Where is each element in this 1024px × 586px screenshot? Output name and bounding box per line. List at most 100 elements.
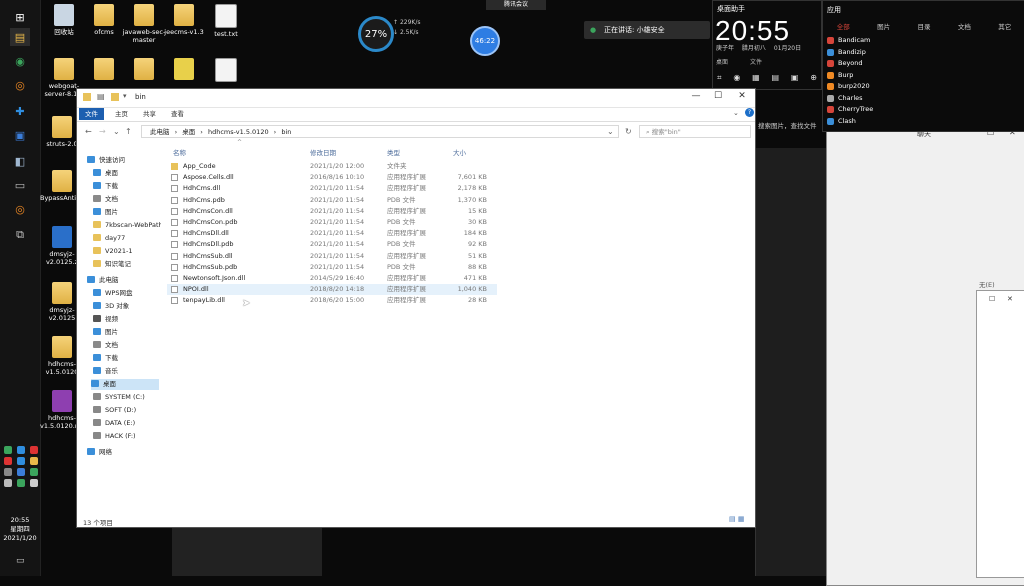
file-row[interactable]: Newtonsoft.Json.dll 2014/5/29 16:40 应用程序扩展… <box>167 273 497 284</box>
image-icon[interactable]: ▣ <box>791 73 799 83</box>
search-box[interactable]: ⌕ 搜索"bin" <box>639 125 751 138</box>
nav-item[interactable]: 7kbscan-WebPath <box>93 220 161 231</box>
desktop-icon-text-file[interactable]: test.txt <box>204 4 248 38</box>
file-row[interactable]: HdhCms.dll 2021/1/20 11:54 应用程序扩展 2,178 KB <box>167 183 497 194</box>
nav-item[interactable]: 此电脑 <box>87 275 155 286</box>
tab-images[interactable]: 图片 <box>877 21 890 31</box>
refresh-icon[interactable]: ↻ <box>625 127 632 136</box>
nav-item[interactable]: HACK (F:) <box>93 431 161 442</box>
crop-icon[interactable]: ⌗ <box>717 73 722 83</box>
tray-icon[interactable] <box>17 446 25 454</box>
maximize-icon[interactable]: ☐ <box>989 295 995 303</box>
file-row[interactable]: HdhCmsDll.pdb 2021/1/20 11:54 PDB 文件 92 KB <box>167 239 497 250</box>
desktop-icon-folder[interactable] <box>82 58 126 82</box>
new-folder-icon[interactable] <box>111 93 119 101</box>
notification-icon[interactable]: ▭ <box>16 556 25 566</box>
file-row[interactable]: App_Code 2021/1/20 12:00 文件夹 <box>167 161 497 172</box>
breadcrumb-item[interactable]: hdhcms-v1.5.0120 <box>208 128 269 136</box>
firefox-icon-2[interactable]: ◎ <box>10 200 30 218</box>
app-item[interactable]: CherryTree <box>827 104 873 116</box>
taskbar-clock[interactable]: 20:55 星期四 2021/1/20 <box>0 516 40 543</box>
desktop-icon-recycle-bin[interactable]: 回收站 <box>42 4 86 36</box>
up-icon[interactable]: ↑ <box>125 127 132 136</box>
file-row[interactable]: HdhCms.pdb 2021/1/20 11:54 PDB 文件 1,370 KB <box>167 195 497 206</box>
tray-icon[interactable] <box>4 468 12 476</box>
file-row[interactable]: HdhCmsCon.dll 2021/1/20 11:54 应用程序扩展 15 KB <box>167 206 497 217</box>
tab-share[interactable]: 共享 <box>137 108 162 120</box>
nav-item[interactable]: 3D 对象 <box>93 301 161 312</box>
app-item[interactable]: Burp <box>827 70 873 82</box>
file-row[interactable]: HdhCmsCon.pdb 2021/1/20 11:54 PDB 文件 30 KB <box>167 217 497 228</box>
close-icon[interactable]: ✕ <box>1007 295 1013 303</box>
desktop-icon-text-file[interactable] <box>204 58 248 84</box>
desktop-icon-folder[interactable]: ofcms <box>82 4 126 36</box>
tray-icon[interactable] <box>30 457 38 465</box>
tray-icon[interactable] <box>17 468 25 476</box>
breadcrumb-item[interactable]: bin <box>281 128 291 136</box>
note-icon[interactable]: ▤ <box>772 73 780 83</box>
quick-access-dropdown-icon[interactable]: ▾ <box>123 92 127 100</box>
maximize-button[interactable]: ☐ <box>707 91 729 101</box>
grid-icon[interactable]: ▦ <box>752 73 760 83</box>
tab-file[interactable]: 文件 <box>79 108 104 120</box>
tab-other[interactable]: 其它 <box>998 21 1011 31</box>
file-row[interactable]: NPOI.dll 2018/8/20 14:18 应用程序扩展 1,040 KB <box>167 284 497 296</box>
tray-icon[interactable] <box>30 479 38 487</box>
title-bar[interactable]: ▤ ▾ bin — ☐ ✕ <box>77 89 755 108</box>
eye-icon[interactable]: ◉ <box>733 73 740 83</box>
pin-icon[interactable]: ⊕ <box>810 73 817 83</box>
nav-item[interactable]: WPS网盘 <box>93 288 161 299</box>
app-item[interactable]: burp2020 <box>827 81 873 93</box>
tab-folders[interactable]: 目录 <box>917 21 930 31</box>
app-item[interactable]: Bandicam <box>827 35 873 47</box>
nav-item[interactable]: 快速访问 <box>87 155 155 166</box>
column-type[interactable]: 类型 <box>387 147 400 157</box>
desktop-icon-app[interactable] <box>162 58 206 82</box>
tray-icon[interactable] <box>4 446 12 454</box>
close-button[interactable]: ✕ <box>731 91 753 101</box>
ribbon-expand-icon[interactable]: ⌄ <box>733 109 739 117</box>
tray-icon[interactable] <box>4 457 12 465</box>
task-view-icon[interactable]: ⧉ <box>10 226 30 244</box>
chrome-icon[interactable]: ◉ <box>10 52 30 70</box>
nav-item[interactable]: 文档 <box>93 340 161 351</box>
nav-item[interactable]: 图片 <box>93 207 161 218</box>
file-row[interactable]: tenpayLib.dll 2018/6/20 15:00 应用程序扩展 28 KB <box>167 295 497 306</box>
file-row[interactable]: HdhCmsSub.pdb 2021/1/20 11:54 PDB 文件 88 KB <box>167 262 497 273</box>
column-size[interactable]: 大小 <box>453 147 466 157</box>
tray-icon[interactable] <box>17 479 25 487</box>
properties-icon[interactable]: ▤ <box>97 92 105 101</box>
help-icon[interactable]: ? <box>745 108 754 117</box>
details-view-icon[interactable]: ▤ <box>729 515 736 523</box>
desktop-icon-folder[interactable] <box>122 58 166 82</box>
app-item[interactable]: Clash <box>827 116 873 128</box>
app-icon-gray[interactable]: ◧ <box>10 152 30 170</box>
nav-item[interactable]: 知识笔记 <box>93 259 161 270</box>
nav-item[interactable]: 网络 <box>87 447 155 458</box>
file-row[interactable]: HdhCmsSub.dll 2021/1/20 11:54 应用程序扩展 51 KB <box>167 251 497 262</box>
tray-icon[interactable] <box>30 446 38 454</box>
minimize-button[interactable]: — <box>685 91 707 101</box>
nav-item[interactable]: 图片 <box>93 327 161 338</box>
file-row[interactable]: Aspose.Cells.dll 2016/8/16 10:10 应用程序扩展 7,6… <box>167 172 497 183</box>
tab-docs[interactable]: 文档 <box>958 21 971 31</box>
nav-item[interactable]: SOFT (D:) <box>93 405 161 416</box>
nav-item[interactable]: 桌面 <box>93 168 161 179</box>
breadcrumb-item[interactable]: 桌面 <box>182 128 195 136</box>
column-date[interactable]: 修改日期 <box>310 147 336 157</box>
address-dropdown-icon[interactable]: ⌄ <box>607 127 614 136</box>
memory-gauge[interactable]: 27% <box>358 16 394 52</box>
nav-item[interactable]: day77 <box>93 233 161 244</box>
nav-item[interactable]: 文档 <box>93 194 161 205</box>
nav-item[interactable]: 桌面 <box>91 379 159 390</box>
tab-home[interactable]: 主页 <box>109 108 134 120</box>
desktop-icon-folder[interactable]: jeecms-v1.3 <box>162 4 206 36</box>
tab-all[interactable]: 全部 <box>837 21 850 31</box>
file-row[interactable]: HdhCmsDll.dll 2021/1/20 11:54 应用程序扩展 184 KB <box>167 228 497 239</box>
breadcrumb-item[interactable]: 此电脑 <box>150 128 170 136</box>
firefox-icon[interactable]: ◎ <box>10 76 30 94</box>
forward-icon[interactable]: → <box>99 127 106 136</box>
terminal-icon[interactable]: ▭ <box>10 176 30 194</box>
nav-item[interactable]: 下载 <box>93 353 161 364</box>
file-explorer-icon[interactable]: ▤ <box>10 28 30 46</box>
